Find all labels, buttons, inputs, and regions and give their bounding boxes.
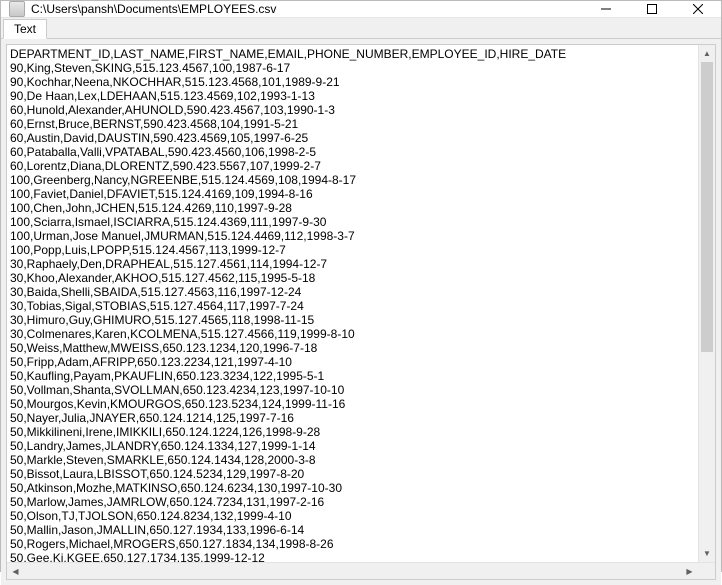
content-panel: DEPARTMENT_ID,LAST_NAME,FIRST_NAME,EMAIL… <box>1 39 721 585</box>
app-window: C:\Users\pansh\Documents\EMPLOYEES.csv T… <box>0 0 722 572</box>
scroll-up-icon[interactable]: ▲ <box>699 45 715 62</box>
hscroll-track[interactable] <box>24 563 681 579</box>
text-line: 60,Pataballa,Valli,VPATABAL,590.423.4560… <box>10 145 713 159</box>
text-line: 30,Raphaely,Den,DRAPHEAL,515.127.4561,11… <box>10 257 713 271</box>
text-line: 50,Olson,TJ,TJOLSON,650.124.8234,132,199… <box>10 509 713 523</box>
text-line: 90,King,Steven,SKING,515.123.4567,100,19… <box>10 61 713 75</box>
text-line: DEPARTMENT_ID,LAST_NAME,FIRST_NAME,EMAIL… <box>10 47 713 61</box>
text-viewer: DEPARTMENT_ID,LAST_NAME,FIRST_NAME,EMAIL… <box>6 44 716 580</box>
tab-bar: Text <box>1 18 721 39</box>
text-line: 50,Nayer,Julia,JNAYER,650.124.1214,125,1… <box>10 411 713 425</box>
vscroll-track[interactable] <box>699 62 715 545</box>
text-line: 90,Kochhar,Neena,NKOCHHAR,515.123.4568,1… <box>10 75 713 89</box>
text-line: 50,Vollman,Shanta,SVOLLMAN,650.123.4234,… <box>10 383 713 397</box>
text-line: 50,Marlow,James,JAMRLOW,650.124.7234,131… <box>10 495 713 509</box>
text-line: 30,Himuro,Guy,GHIMURO,515.127.4565,118,1… <box>10 313 713 327</box>
text-line: 100,Urman,Jose Manuel,JMURMAN,515.124.44… <box>10 229 713 243</box>
text-line: 30,Colmenares,Karen,KCOLMENA,515.127.456… <box>10 327 713 341</box>
text-line: 50,Fripp,Adam,AFRIPP,650.123.2234,121,19… <box>10 355 713 369</box>
maximize-icon <box>647 4 657 14</box>
text-line: 50,Mourgos,Kevin,KMOURGOS,650.123.5234,1… <box>10 397 713 411</box>
tab-text[interactable]: Text <box>3 19 47 39</box>
scroll-left-icon[interactable]: ◀ <box>7 563 24 579</box>
titlebar[interactable]: C:\Users\pansh\Documents\EMPLOYEES.csv <box>1 1 721 18</box>
text-line: 30,Baida,Shelli,SBAIDA,515.127.4563,116,… <box>10 285 713 299</box>
text-line: 30,Tobias,Sigal,STOBIAS,515.127.4564,117… <box>10 299 713 313</box>
close-icon <box>693 4 703 14</box>
text-line: 100,Popp,Luis,LPOPP,515.124.4567,113,199… <box>10 243 713 257</box>
text-line: 100,Sciarra,Ismael,ISCIARRA,515.124.4369… <box>10 215 713 229</box>
text-line: 50,Markle,Steven,SMARKLE,650.124.1434,12… <box>10 453 713 467</box>
text-line: 50,Weiss,Matthew,MWEISS,650.123.1234,120… <box>10 341 713 355</box>
app-icon <box>9 1 25 17</box>
text-line: 100,Chen,John,JCHEN,515.124.4269,110,199… <box>10 201 713 215</box>
text-line: 50,Mallin,Jason,JMALLIN,650.127.1934,133… <box>10 523 713 537</box>
minimize-button[interactable] <box>583 1 629 17</box>
vertical-scrollbar[interactable]: ▲ ▼ <box>698 45 715 562</box>
horizontal-scrollbar[interactable]: ◀ ▶ <box>7 562 715 579</box>
scroll-down-icon[interactable]: ▼ <box>699 545 715 562</box>
minimize-icon <box>601 4 611 14</box>
text-line: 100,Faviet,Daniel,DFAVIET,515.124.4169,1… <box>10 187 713 201</box>
text-line: 50,Bissot,Laura,LBISSOT,650.124.5234,129… <box>10 467 713 481</box>
text-line: 60,Lorentz,Diana,DLORENTZ,590.423.5567,1… <box>10 159 713 173</box>
text-line: 90,De Haan,Lex,LDEHAAN,515.123.4569,102,… <box>10 89 713 103</box>
scroll-right-icon[interactable]: ▶ <box>681 563 698 579</box>
text-line: 50,Atkinson,Mozhe,MATKINSO,650.124.6234,… <box>10 481 713 495</box>
text-line: 60,Ernst,Bruce,BERNST,590.423.4568,104,1… <box>10 117 713 131</box>
text-line: 60,Hunold,Alexander,AHUNOLD,590.423.4567… <box>10 103 713 117</box>
text-line: 50,Mikkilineni,Irene,IMIKKILI,650.124.12… <box>10 425 713 439</box>
text-line: 50,Landry,James,JLANDRY,650.124.1334,127… <box>10 439 713 453</box>
maximize-button[interactable] <box>629 1 675 17</box>
scroll-corner <box>698 563 715 579</box>
close-button[interactable] <box>675 1 721 17</box>
text-line: 50,Rogers,Michael,MROGERS,650.127.1834,1… <box>10 537 713 551</box>
text-line: 100,Greenberg,Nancy,NGREENBE,515.124.456… <box>10 173 713 187</box>
text-content[interactable]: DEPARTMENT_ID,LAST_NAME,FIRST_NAME,EMAIL… <box>7 45 715 579</box>
vscroll-thumb[interactable] <box>701 62 713 352</box>
text-line: 50,Kaufling,Payam,PKAUFLIN,650.123.3234,… <box>10 369 713 383</box>
window-title: C:\Users\pansh\Documents\EMPLOYEES.csv <box>31 2 583 16</box>
text-line: 60,Austin,David,DAUSTIN,590.423.4569,105… <box>10 131 713 145</box>
text-line: 30,Khoo,Alexander,AKHOO,515.127.4562,115… <box>10 271 713 285</box>
